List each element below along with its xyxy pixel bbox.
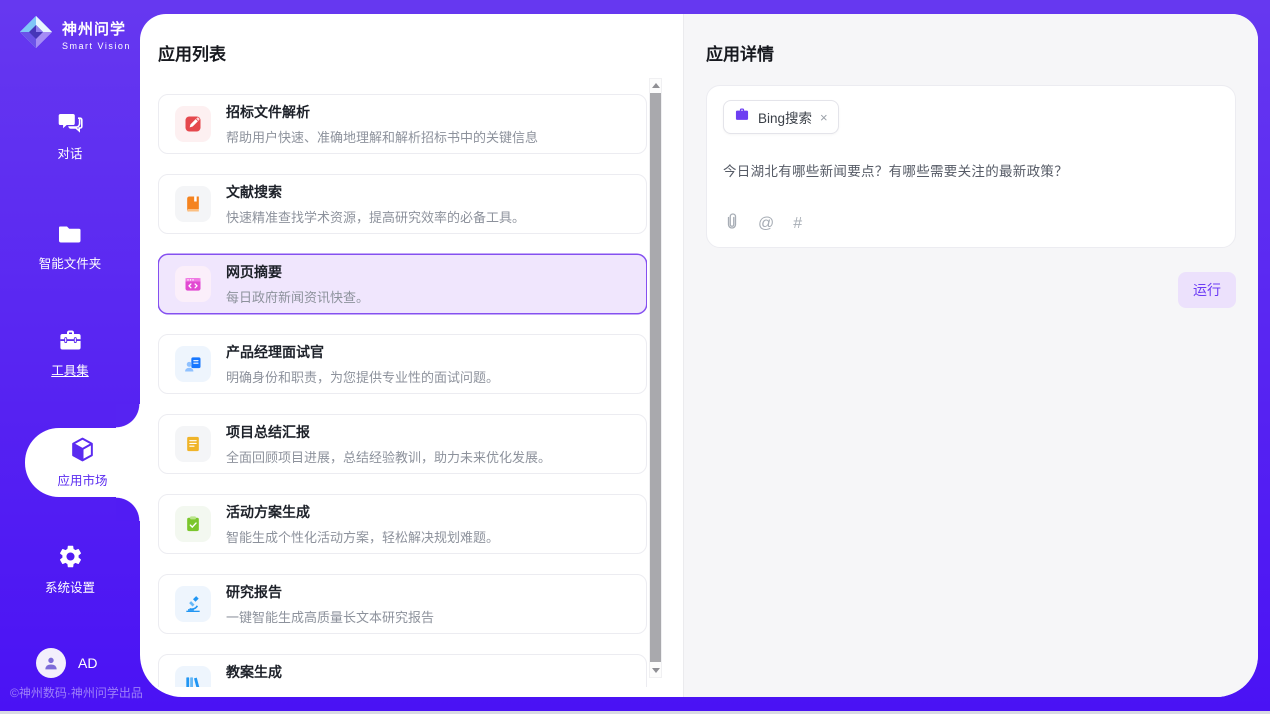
sidebar-item-label: 工具集 — [0, 360, 140, 379]
app-card-title: 招标文件解析 — [226, 102, 538, 122]
briefcase-icon — [734, 107, 750, 127]
sidebar-item-app-market[interactable]: 应用市场 — [25, 428, 140, 497]
app-card-desc: 一键智能生成高质量长文本研究报告 — [226, 607, 434, 626]
tool-tag-label: Bing搜索 — [758, 107, 812, 127]
attachment-toolbar: @ # — [725, 212, 802, 235]
sidebar-item-label: 系统设置 — [0, 577, 140, 596]
list-scrollbar[interactable] — [649, 78, 662, 678]
app-card-research-report[interactable]: 研究报告 一键智能生成高质量长文本研究报告 — [158, 574, 647, 634]
app-card-desc: 智能生成个性化活动方案，轻松解决规划难题。 — [226, 527, 499, 546]
microscope-icon — [175, 586, 211, 622]
app-card-title: 教案生成 — [226, 662, 486, 682]
cube-icon — [69, 436, 96, 470]
folder-icon — [0, 222, 140, 246]
app-card-title: 研究报告 — [226, 582, 434, 602]
app-list-title: 应用列表 — [158, 40, 647, 65]
app-card-literature-search[interactable]: 文献搜索 快速精准查找学术资源，提高研究效率的必备工具。 — [158, 174, 647, 234]
avatar — [36, 648, 66, 678]
document-icon — [175, 426, 211, 462]
clipboard-check-icon — [175, 506, 211, 542]
app-card-bid-parse[interactable]: 招标文件解析 帮助用户快速、准确地理解和解析招标书中的关键信息 — [158, 94, 647, 154]
paperclip-icon[interactable] — [725, 212, 739, 235]
sidebar-item-smart-folder[interactable]: 智能文件夹 — [0, 222, 140, 272]
book-icon — [175, 186, 211, 222]
sidebar-item-settings[interactable]: 系统设置 — [0, 543, 140, 596]
app-card-web-summary[interactable]: 网页摘要 每日政府新闻资讯快查。 — [158, 254, 647, 314]
app-card-lesson-plan[interactable]: 教案生成 模板驱动，教案秒成，教学准备从此轻松快捷 — [158, 654, 647, 687]
sidebar-item-label: 对话 — [0, 143, 140, 162]
app-detail-panel: 应用详情 Bing搜索 × 今日湖北有哪些新闻要点？有哪些需要关注的最新政策？ — [683, 14, 1258, 697]
tool-tag-bing-search[interactable]: Bing搜索 × — [723, 100, 839, 134]
sidebar-item-toolset[interactable]: 工具集 — [0, 328, 140, 379]
close-icon[interactable]: × — [820, 111, 828, 124]
sidebar-item-label: 应用市场 — [57, 470, 107, 489]
app-card-title: 文献搜索 — [226, 182, 525, 202]
app-detail-title: 应用详情 — [706, 40, 1236, 65]
content-area: 应用列表 招标文件解析 帮助用户快速、准确地理解和解析招标书中的关键信息 — [140, 14, 1258, 697]
app-card-pm-interviewer[interactable]: 产品经理面试官 明确身份和职责，为您提供专业性的面试问题。 — [158, 334, 647, 394]
app-card-desc: 全面回顾项目进展，总结经验教训，助力未来优化发展。 — [226, 447, 551, 466]
app-card-title: 网页摘要 — [226, 262, 369, 282]
copyright-footer: ©神州数码·神州问学出品 — [10, 684, 143, 701]
brand-name: 神州问学 — [62, 18, 131, 39]
brand-logo[interactable]: 神州问学 Smart Vision — [18, 14, 131, 55]
sidebar-item-label: 智能文件夹 — [0, 253, 140, 272]
prompt-card[interactable]: Bing搜索 × 今日湖北有哪些新闻要点？有哪些需要关注的最新政策？ @ # — [706, 85, 1236, 248]
toolbox-icon — [0, 328, 140, 353]
app-card-title: 产品经理面试官 — [226, 342, 499, 362]
user-account[interactable]: AD — [36, 648, 97, 678]
app-card-project-summary[interactable]: 项目总结汇报 全面回顾项目进展，总结经验教训，助力未来优化发展。 — [158, 414, 647, 474]
app-card-event-plan[interactable]: 活动方案生成 智能生成个性化活动方案，轻松解决规划难题。 — [158, 494, 647, 554]
scrollbar-thumb[interactable] — [650, 93, 661, 662]
query-input[interactable]: 今日湖北有哪些新闻要点？有哪些需要关注的最新政策？ — [723, 160, 1219, 180]
books-icon — [175, 666, 211, 687]
at-mention-icon[interactable]: @ — [758, 215, 774, 233]
app-card-desc: 每日政府新闻资讯快查。 — [226, 287, 369, 306]
scroll-up-arrow-icon[interactable] — [650, 79, 661, 92]
app-card-desc: 明确身份和职责，为您提供专业性的面试问题。 — [226, 367, 499, 386]
brand-tagline: Smart Vision — [62, 41, 131, 51]
edit-document-icon — [175, 106, 211, 142]
app-card-title: 项目总结汇报 — [226, 422, 551, 442]
user-initials: AD — [78, 655, 97, 671]
diamond-logo-icon — [18, 14, 54, 55]
interviewer-icon — [175, 346, 211, 382]
hashtag-icon[interactable]: # — [793, 215, 802, 233]
web-code-icon — [175, 266, 211, 302]
app-card-title: 活动方案生成 — [226, 502, 499, 522]
run-button[interactable]: 运行 — [1178, 272, 1236, 308]
app-card-list: 招标文件解析 帮助用户快速、准确地理解和解析招标书中的关键信息 文献搜索 快速精… — [158, 94, 647, 687]
app-card-desc: 快速精准查找学术资源，提高研究效率的必备工具。 — [226, 207, 525, 226]
chat-icon — [0, 110, 140, 136]
app-card-desc: 帮助用户快速、准确地理解和解析招标书中的关键信息 — [226, 127, 538, 146]
sidebar-item-chat[interactable]: 对话 — [0, 110, 140, 162]
sidebar: 神州问学 Smart Vision 对话 智能文件夹 — [0, 0, 140, 714]
gear-icon — [0, 543, 140, 570]
scroll-down-arrow-icon[interactable] — [650, 664, 661, 677]
app-list-panel: 应用列表 招标文件解析 帮助用户快速、准确地理解和解析招标书中的关键信息 — [140, 14, 683, 697]
